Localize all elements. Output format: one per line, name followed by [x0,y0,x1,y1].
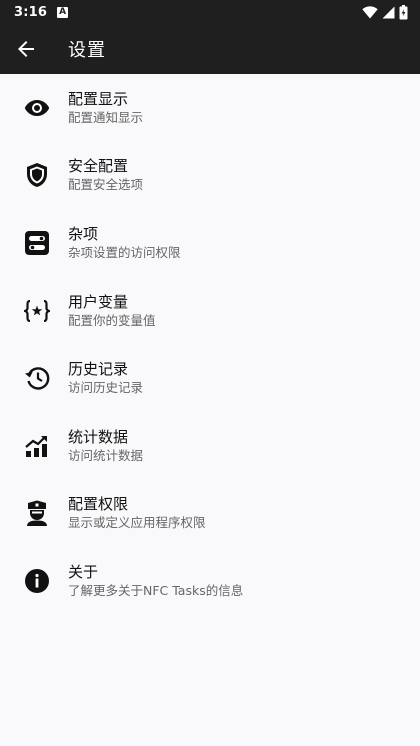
status-time: 3:16 [14,4,48,20]
item-title: 统计数据 [68,427,129,446]
status-bar: 3:16 A [0,0,420,24]
item-subtitle: 访问历史记录 [68,380,144,396]
item-title: 杂项 [68,224,99,243]
item-subtitle: 了解更多关于NFC Tasks的信息 [68,582,244,598]
item-title: 关于 [68,562,99,581]
item-title: 历史记录 [68,360,129,379]
settings-item-display[interactable]: 配置显示 配置通知显示 [0,74,420,142]
item-subtitle: 杂项设置的访问权限 [68,244,181,260]
history-icon [25,367,50,390]
item-subtitle: 显示或定义应用程序权限 [68,515,206,531]
shield-icon [27,163,47,188]
eye-icon [24,99,50,116]
stats-icon [25,435,47,457]
signal-icon [382,6,395,18]
variable-icon [24,299,50,322]
back-button[interactable] [0,24,52,74]
info-icon [25,568,49,593]
item-title: 配置显示 [68,89,129,108]
item-subtitle: 访问统计数据 [68,447,144,463]
settings-item-about[interactable]: 关于 了解更多关于NFC Tasks的信息 [0,547,420,615]
battery-icon [399,4,408,19]
app-bar: 设置 [0,24,420,74]
arrow-back-icon [18,41,34,57]
item-title: 安全配置 [68,157,129,176]
settings-list: 配置显示 配置通知显示 安全配置 配置安全选项 杂项 杂项设置的访问权限 用户变… [0,74,420,615]
settings-item-history[interactable]: 历史记录 访问历史记录 [0,344,420,412]
settings-item-misc[interactable]: 杂项 杂项设置的访问权限 [0,209,420,277]
item-title: 配置权限 [68,495,129,514]
navigation-bar [0,742,420,746]
settings-item-security[interactable]: 安全配置 配置安全选项 [0,142,420,210]
item-title: 用户变量 [68,292,129,311]
toggle-icon [25,230,49,255]
settings-item-user-variables[interactable]: 用户变量 配置你的变量值 [0,277,420,345]
settings-item-statistics[interactable]: 统计数据 访问统计数据 [0,412,420,480]
item-subtitle: 配置你的变量值 [68,312,156,328]
page-title: 设置 [68,40,106,61]
item-subtitle: 配置安全选项 [68,177,144,193]
police-icon [27,500,47,527]
wifi-icon [362,5,378,18]
notification-icon: A [57,6,69,18]
settings-item-permissions[interactable]: 配置权限 显示或定义应用程序权限 [0,480,420,548]
item-subtitle: 配置通知显示 [68,109,144,125]
